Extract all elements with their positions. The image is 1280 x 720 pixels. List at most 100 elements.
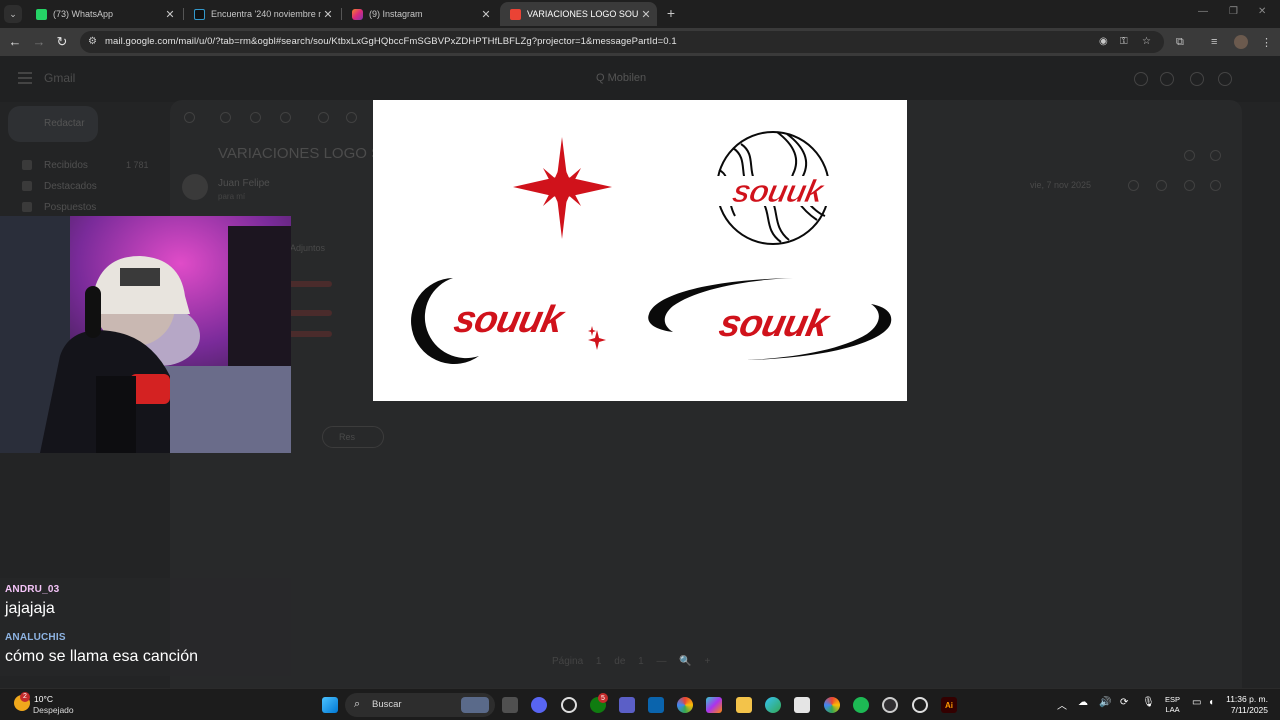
streamer-webcam-image [0, 216, 291, 453]
tab-instagram[interactable]: (9) Instagram ✕ [342, 2, 497, 26]
snooze-icon[interactable] [346, 112, 357, 123]
windows-start-icon[interactable] [322, 697, 338, 713]
sidebar-item-starred[interactable]: Destacados [22, 181, 97, 192]
tab-gmail-active[interactable]: VARIACIONES LOGO SOUUK - j ✕ [500, 2, 657, 26]
delete-icon[interactable] [280, 112, 291, 123]
preview-pager: Página 1 de 1 — 🔍 + [552, 656, 711, 667]
close-icon[interactable]: ✕ [321, 8, 335, 21]
bookmark-star-icon[interactable]: ☆ [1142, 36, 1151, 47]
weather-description: Despejado [33, 705, 74, 715]
search-lens-icon[interactable] [912, 697, 928, 713]
archive-icon[interactable] [220, 112, 231, 123]
sidebar-item-snoozed[interactable]: Pospuestos [22, 202, 96, 213]
avatar[interactable] [1234, 35, 1248, 49]
store-icon[interactable] [794, 697, 810, 713]
attachment-thumb[interactable] [288, 331, 332, 337]
sidebar-item-inbox[interactable]: Recibidos [22, 160, 88, 171]
tab-whatsapp[interactable]: (73) WhatsApp ✕ [26, 2, 181, 26]
chrome-icon[interactable] [824, 697, 840, 713]
display-icon[interactable]: ▭ [1192, 697, 1201, 708]
close-icon[interactable]: ✕ [479, 8, 493, 21]
menu-kebab-icon[interactable]: ⋮ [1261, 36, 1272, 49]
reply-icon[interactable] [1184, 180, 1195, 191]
attachments-label: Adjuntos [290, 243, 326, 253]
minimize-icon[interactable]: — [1198, 6, 1208, 17]
onedrive-icon[interactable]: ☁ [1078, 697, 1088, 708]
restore-icon[interactable]: ❐ [1229, 6, 1238, 17]
chevron-up-icon[interactable]: ︿ [1057, 697, 1067, 712]
email-subject: VARIACIONES LOGO SO [218, 145, 393, 162]
apps-icon[interactable] [1190, 72, 1204, 86]
logo-swoosh: souuk [648, 278, 892, 360]
browser-toolbar: ← → ↻ ⚙ mail.google.com/mail/u/0/?tab=rm… [0, 28, 1280, 56]
tab-search-button[interactable]: ⌄ [4, 5, 22, 23]
help-icon[interactable] [1134, 72, 1148, 86]
tab-tiktok[interactable]: Encuentra '240 noviembre med ✕ [184, 2, 339, 26]
address-bar[interactable]: ⚙ mail.google.com/mail/u/0/?tab=rm&ogbl#… [80, 31, 1164, 53]
outlook-icon[interactable] [648, 697, 664, 713]
reload-icon[interactable]: ↻ [54, 34, 70, 50]
eye-icon[interactable]: ◉ [1099, 36, 1108, 47]
attachment-preview-image: souuk souuk souuk [373, 100, 907, 401]
tiktok-icon [194, 8, 205, 20]
volume-icon[interactable]: 🔊 [1099, 697, 1111, 708]
settings-icon[interactable] [1160, 72, 1174, 86]
main-menu-icon[interactable] [18, 72, 32, 84]
illustrator-icon[interactable]: Ai [941, 697, 957, 713]
edge-icon[interactable] [765, 697, 781, 713]
obs-icon[interactable] [882, 697, 898, 713]
report-icon[interactable] [250, 112, 261, 123]
extensions-icon[interactable]: ⧉ [1176, 36, 1184, 49]
copilot-icon[interactable] [706, 697, 722, 713]
browser-tab-strip: ⌄ (73) WhatsApp ✕ Encuentra '240 noviemb… [0, 0, 1280, 28]
header-center-text: Q Mobilen [596, 72, 647, 84]
folder-icon[interactable] [736, 697, 752, 713]
attachment-thumb[interactable] [288, 310, 332, 316]
media-controls-icon[interactable]: ≡ [1211, 36, 1217, 48]
taskbar-search[interactable]: ⌕ Buscar [345, 693, 495, 717]
reply-button[interactable]: Res [322, 426, 384, 448]
teams-icon[interactable] [619, 697, 635, 713]
star-icon[interactable] [1128, 180, 1139, 191]
clock[interactable]: 11:36 p. m. 7/11/2025 [1226, 694, 1268, 716]
page-content: Gmail Q Mobilen Redactar Recibidos 1 781… [0, 56, 1280, 688]
close-icon[interactable]: ✕ [639, 8, 653, 21]
new-tab-button[interactable]: + [663, 5, 679, 21]
close-window-icon[interactable]: ✕ [1258, 6, 1266, 17]
microphone-icon[interactable]: 🎙 [1142, 697, 1155, 708]
chrome-colorful-icon[interactable] [677, 697, 693, 713]
url-text[interactable]: mail.google.com/mail/u/0/?tab=rm&ogbl#se… [105, 36, 677, 47]
password-key-icon[interactable]: ⚿ [1120, 36, 1128, 47]
email-date: vie, 7 nov 2025 [1030, 180, 1092, 190]
spotify-icon[interactable] [853, 697, 869, 713]
open-new-window-icon[interactable] [1210, 150, 1221, 161]
inbox-count: 1 781 [126, 160, 149, 170]
mark-unread-icon[interactable] [318, 112, 329, 123]
logo-star-crescent [493, 137, 612, 239]
tab-label: (9) Instagram [369, 9, 423, 19]
attachment-thumb[interactable] [288, 281, 332, 287]
instagram-icon [352, 8, 363, 20]
file-explorer-task-icon[interactable] [502, 697, 518, 713]
language-indicator[interactable]: ESP LAA [1165, 695, 1180, 715]
tab-label: VARIACIONES LOGO SOUUK - j [527, 9, 639, 19]
emoji-icon[interactable] [1156, 180, 1167, 191]
gmail-logo: Gmail [44, 71, 76, 85]
more-icon[interactable] [1210, 180, 1221, 191]
tab-label: Encuentra '240 noviembre med [211, 9, 321, 19]
back-to-list-icon[interactable] [184, 112, 195, 123]
steam-icon[interactable] [561, 697, 577, 713]
back-icon[interactable]: ← [7, 34, 23, 50]
print-icon[interactable] [1184, 150, 1195, 161]
chat-message: jajajaja [5, 600, 55, 617]
sync-icon[interactable]: ⟳ [1120, 697, 1128, 708]
discord-icon[interactable] [531, 697, 547, 713]
download-icon[interactable] [1218, 72, 1232, 86]
speaker-icon[interactable]: ◖ [1208, 697, 1214, 708]
site-info-icon[interactable]: ⚙ [88, 36, 100, 48]
logo-ball-wordmark: souuk [729, 173, 829, 209]
forward-icon[interactable]: → [31, 34, 47, 50]
chat-username: ANDRU_03 [5, 584, 60, 595]
close-icon[interactable]: ✕ [163, 8, 177, 21]
compose-button[interactable]: Redactar [8, 106, 98, 142]
